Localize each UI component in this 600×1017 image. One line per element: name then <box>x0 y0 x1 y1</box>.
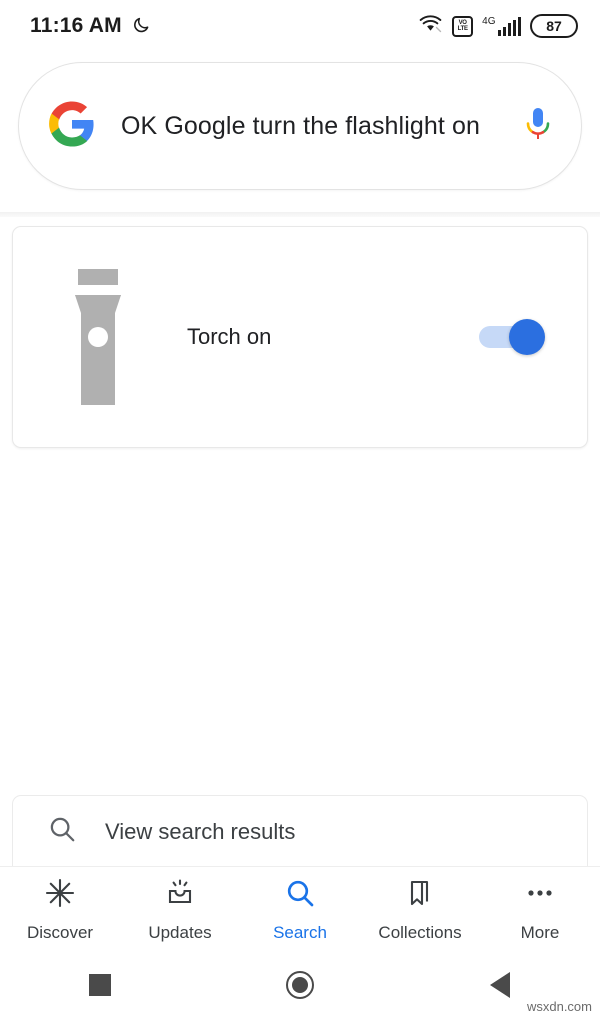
inbox-tray-icon <box>164 877 196 914</box>
moon-icon <box>132 14 152 39</box>
status-bar-right: VO LTE 4G 87 <box>418 14 578 39</box>
cellular-signal-icon: 4G <box>482 16 521 36</box>
status-clock: 11:16 AM <box>30 14 122 37</box>
nav-item-collections[interactable]: Collections <box>360 877 480 943</box>
android-system-bar <box>0 952 600 1017</box>
battery-indicator: 87 <box>530 14 578 38</box>
nav-label-discover: Discover <box>26 922 94 942</box>
google-search-bar[interactable]: OK Google turn the flashlight on <box>18 62 582 190</box>
square-recents-icon <box>89 973 111 996</box>
back-triangle-icon <box>490 971 510 998</box>
wifi-icon <box>418 14 443 39</box>
nav-label-updates: Updates <box>148 922 212 942</box>
watermark: wsxdn.com <box>526 999 592 1014</box>
torch-status-label: Torch on <box>187 324 272 349</box>
recents-button[interactable] <box>0 973 200 996</box>
search-icon <box>47 814 77 849</box>
volte-icon: VO LTE <box>452 15 474 37</box>
google-g-logo <box>49 100 95 152</box>
search-query-text: OK Google turn the flashlight on <box>121 112 480 140</box>
search-icon <box>284 877 316 914</box>
header-divider <box>0 212 600 217</box>
back-button[interactable] <box>400 971 600 998</box>
phone-screen: 11:16 AM VO LTE 4G 87 OK Google turn the… <box>0 0 600 1017</box>
home-button[interactable] <box>200 970 400 999</box>
toggle-thumb <box>509 319 545 355</box>
more-dots-icon <box>524 877 556 914</box>
status-bar-left: 11:16 AM <box>30 14 152 39</box>
bottom-navigation-bar: Discover Updates Search Collections More <box>0 866 600 952</box>
nav-item-discover[interactable]: Discover <box>0 877 120 943</box>
nav-item-more[interactable]: More <box>480 877 600 943</box>
view-search-results-label: View search results <box>105 818 296 844</box>
view-search-results-row[interactable]: View search results <box>12 795 588 867</box>
home-circle-icon <box>286 970 314 999</box>
status-bar: 11:16 AM VO LTE 4G 87 <box>0 0 600 52</box>
torch-toggle-switch[interactable] <box>479 319 545 355</box>
microphone-icon[interactable] <box>521 105 555 148</box>
nav-label-search: Search <box>273 922 327 942</box>
asterisk-star-icon <box>44 877 76 914</box>
flashlight-icon <box>13 267 183 407</box>
nav-item-search[interactable]: Search <box>240 877 360 943</box>
nav-label-more: More <box>520 922 560 942</box>
nav-item-updates[interactable]: Updates <box>120 877 240 943</box>
bookmarks-icon <box>404 877 436 914</box>
nav-label-collections: Collections <box>378 922 462 942</box>
torch-card[interactable]: Torch on <box>12 226 588 448</box>
